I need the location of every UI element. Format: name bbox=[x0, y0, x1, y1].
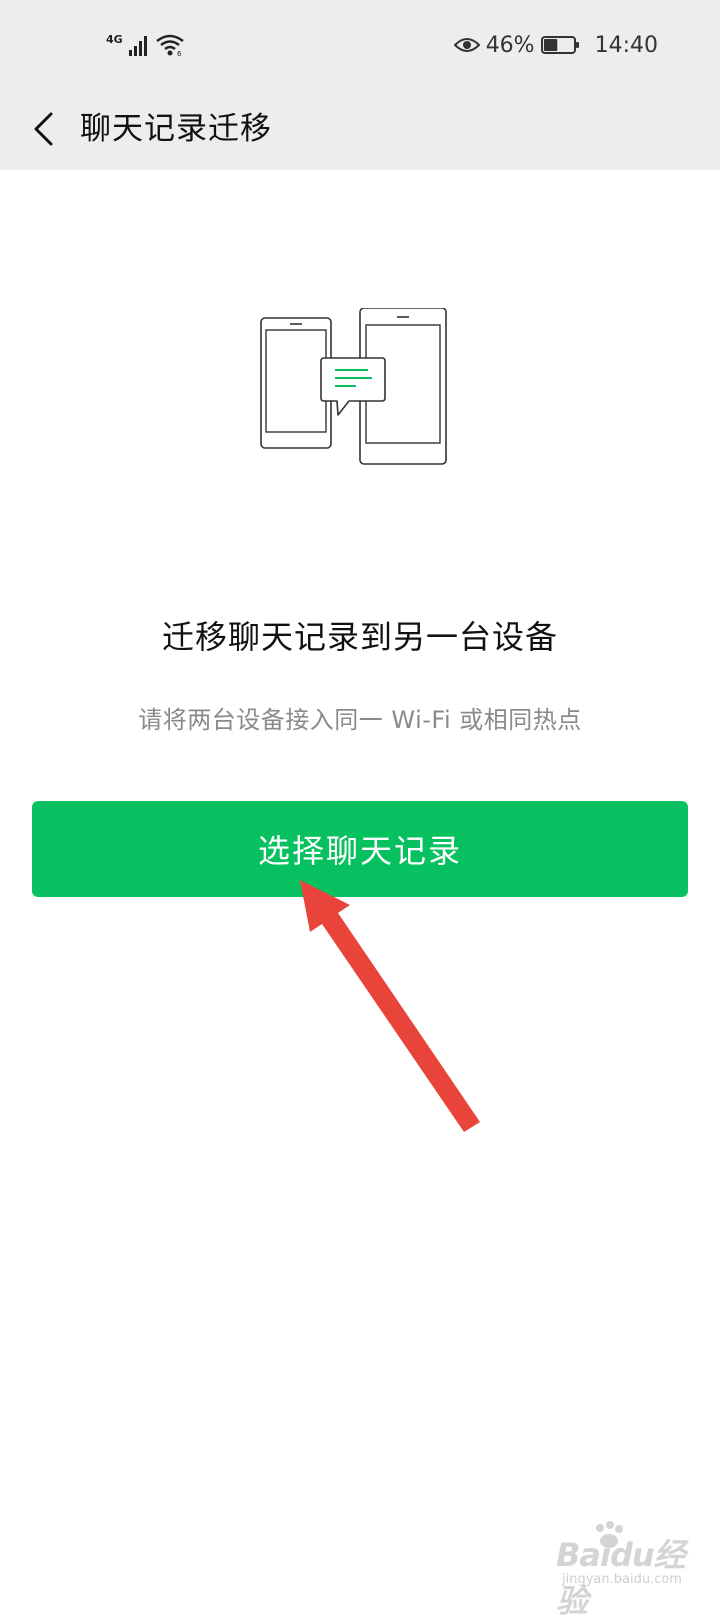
status-bar: 4G 6 46% 14:40 bbox=[0, 0, 720, 88]
svg-text:6: 6 bbox=[177, 50, 182, 57]
battery-icon bbox=[540, 36, 579, 54]
red-arrow-icon bbox=[300, 880, 480, 1132]
page-title: 聊天记录迁移 bbox=[80, 111, 272, 147]
network-type-label: 4G bbox=[106, 32, 123, 46]
nav-bar: 聊天记录迁移 bbox=[0, 88, 720, 170]
baidu-watermark: Baidu经验 jingyan.baidu.com bbox=[540, 1521, 700, 1620]
migration-headline: 迁移聊天记录到另一台设备 bbox=[161, 618, 558, 656]
signal-icon bbox=[128, 36, 147, 56]
two-phones-chat-icon bbox=[260, 308, 447, 465]
status-time: 14:40 bbox=[594, 32, 658, 58]
back-button[interactable] bbox=[18, 100, 68, 158]
eye-icon bbox=[453, 38, 480, 52]
watermark-domain: jingyan.baidu.com bbox=[562, 1572, 682, 1587]
battery-percent: 46% bbox=[485, 32, 535, 58]
wifi-icon: 6 bbox=[155, 34, 184, 57]
status-left: 4G 6 bbox=[106, 28, 185, 62]
wifi-instruction-text: 请将两台设备接入同一 Wi-Fi 或相同热点 bbox=[138, 706, 582, 734]
chevron-left-icon bbox=[34, 112, 53, 146]
status-right: 46% 14:40 bbox=[453, 28, 658, 62]
